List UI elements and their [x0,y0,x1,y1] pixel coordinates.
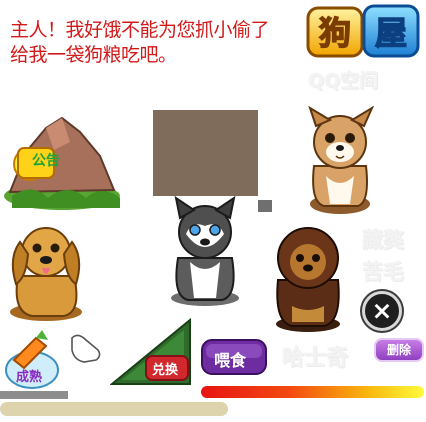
delete-button[interactable]: 删除 [374,338,424,362]
speech-line-1: 主人！我好饿不能为您抓小偷了 [10,19,270,41]
panel-indicator [258,200,272,212]
dog-label-mastiff: 藏獒 [362,228,404,252]
dog-tibetan-mastiff[interactable] [268,222,348,334]
exchange-label: 兑换 [152,363,179,378]
logo-title-char-2: 屋 [375,14,407,52]
tan-dog-icon [308,105,375,214]
exchange-button[interactable]: 兑换 [109,316,194,386]
mastiff-dog-icon [276,227,340,332]
logo-title-char-1: 狗 [319,14,351,52]
harvest-label: 成熟 [16,370,43,385]
notice-board[interactable]: 公告 [2,112,132,212]
pointer-hand-icon [71,334,101,363]
feed-label: 喂食 [214,351,247,370]
status-bar-gray [0,391,68,399]
speech-line-2: 给我一袋狗粮吃吧。 [10,44,177,66]
dog-speech-text: 主人！我好饿不能为您抓小偷了 给我一袋狗粮吃吧。 [10,18,300,68]
notice-label: 公告 [32,153,60,169]
close-icon: × [371,296,393,325]
harvest-icon-group[interactable]: 成熟 [2,330,102,392]
close-button[interactable]: × [362,291,402,331]
husky-dog-icon [171,195,239,306]
logo-subtitle: QQ空间 [308,70,379,92]
golden-dog-icon [10,227,82,321]
dog-label-husky: 哈士奇 [282,346,349,371]
hunger-bar [201,386,424,398]
feed-button[interactable]: 喂食 [200,338,268,376]
dog-golden-retriever[interactable] [2,218,90,322]
dog-husky[interactable] [160,195,250,308]
rock-notice-icon [4,116,120,210]
dog-tan-puppy[interactable] [300,105,380,218]
dog-label-tan: 苦毛 [362,260,404,284]
dog-display-panel [153,110,258,196]
food-bar [0,402,228,416]
